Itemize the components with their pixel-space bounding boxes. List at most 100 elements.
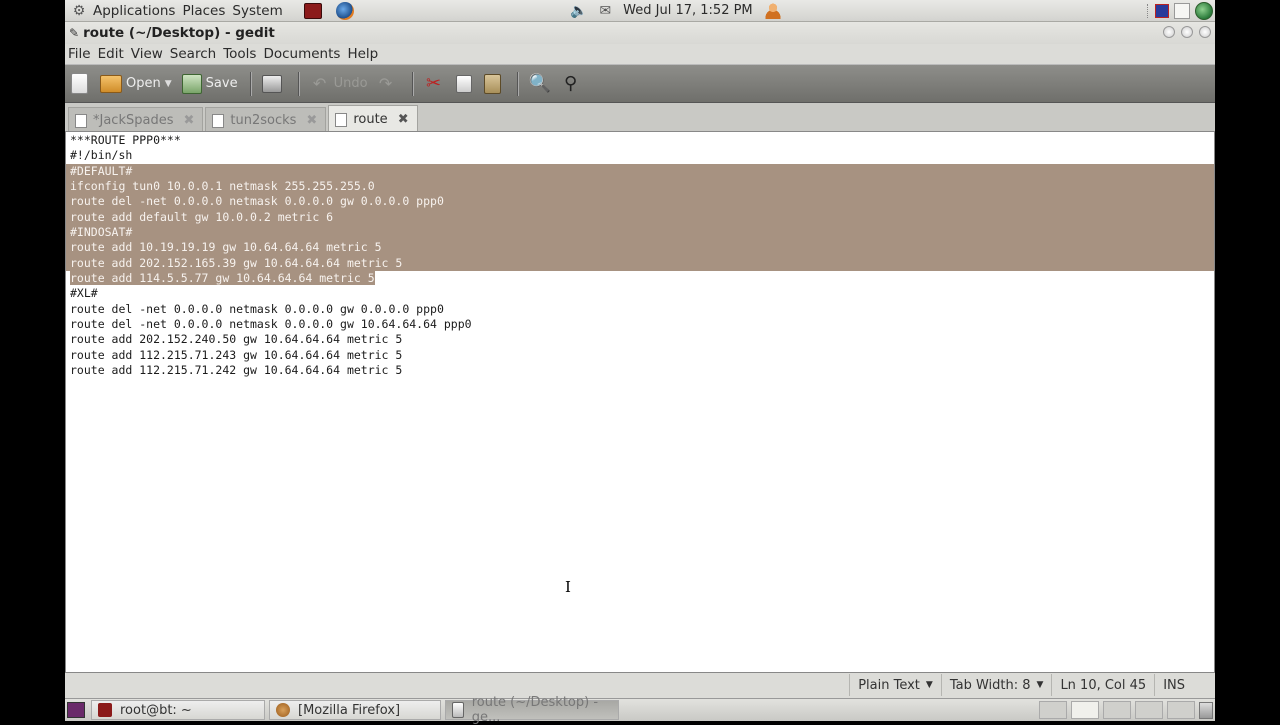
undo-button[interactable]: ↶ Undo [310,74,368,94]
notification-area-icon[interactable] [1174,3,1190,19]
clock[interactable]: Wed Jul 17, 1:52 PM [623,3,752,18]
menu-documents[interactable]: Documents [263,46,340,62]
code-line: #!/bin/sh [70,148,133,163]
toolbar-separator [297,71,300,96]
workspace-4[interactable] [1167,701,1195,719]
cut-button[interactable]: ✂ [424,72,448,94]
code-line: route del -net 0.0.0.0 netmask 0.0.0.0 g… [66,194,1214,210]
code-line: route add default gw 10.0.0.2 metric 6 [66,209,1214,226]
find-replace-icon: ⚲ [563,72,578,94]
code-line: route add 202.152.240.50 gw 10.64.64.64 … [70,332,403,347]
menu-edit[interactable]: Edit [98,46,124,62]
close-tab-icon[interactable]: ✖ [398,112,409,127]
toolbar-separator [249,71,252,96]
selected-text: route add 114.5.5.77 gw 10.64.64.64 metr… [70,271,375,286]
code-line: route add 114.5.5.77 gw 10.64.64.64 metr… [66,271,1214,286]
scissors-icon: ✂ [426,72,442,94]
paste-icon [483,73,501,94]
document-icon [212,113,225,128]
user-icon[interactable] [764,2,781,19]
copy-button[interactable] [455,74,476,93]
volume-icon[interactable]: 🔈 [570,3,587,19]
system-menu[interactable]: System [232,3,282,19]
menu-search[interactable]: Search [170,46,216,62]
code-line: ***ROUTE PPP0*** [70,133,181,147]
open-folder-icon [100,74,122,93]
menu-view[interactable]: View [131,46,163,62]
tray-edit-icon[interactable] [1039,701,1067,719]
applications-menu[interactable]: Applications [93,3,175,19]
code-line: ifconfig tun0 10.0.0.1 netmask 255.255.2… [66,179,1214,195]
terminal-launcher-icon[interactable] [303,2,322,19]
taskbar-item-terminal[interactable]: root@bt: ~ [91,700,265,720]
tab-tun2socks[interactable]: tun2socks ✖ [205,107,327,133]
mail-icon[interactable]: ✉ [599,3,611,19]
workspace-3[interactable] [1135,701,1163,719]
code-line: route add 112.215.71.242 gw 10.64.64.64 … [70,363,403,378]
gnome-foot-icon: ⚙ [72,2,86,19]
top-panel: ⚙ Applications Places System 🔈 ✉ Wed Jul… [65,0,1215,22]
gedit-icon [452,702,464,718]
panel-separator [1147,4,1150,18]
tab-jackspades[interactable]: *JackSpades ✖ [68,107,204,133]
close-tab-icon[interactable]: ✖ [306,113,317,128]
code-line: route del -net 0.0.0.0 netmask 0.0.0.0 g… [70,317,472,332]
tab-width-selector[interactable]: Tab Width: 8 ▼ [940,674,1052,696]
code-line: #DEFAULT# [66,163,1214,180]
gedit-app-icon: ✎ [69,26,80,40]
titlebar[interactable]: ✎ route (~/Desktop) - gedit [65,22,1215,44]
menu-help[interactable]: Help [347,46,378,62]
chevron-down-icon: ▼ [1036,680,1044,690]
workspace-1[interactable] [1071,701,1099,719]
taskbar-item-label: route (~/Desktop) - ge... [471,695,599,725]
cursor-position-label: Ln 10, Col 45 [1060,677,1147,693]
trash-icon[interactable] [1199,701,1213,719]
code-line: route del -net 0.0.0.0 netmask 0.0.0.0 g… [70,301,444,316]
undo-icon: ↶ [312,73,327,93]
save-button[interactable]: Save [181,73,238,94]
firefox-launcher-icon[interactable] [335,1,354,20]
redo-icon: ↷ [378,73,393,93]
gedit-window: ✎ route (~/Desktop) - gedit File Edit Vi… [65,22,1215,698]
open-dropdown-icon[interactable]: ▼ [165,79,172,89]
taskbar-item-firefox[interactable]: [Mozilla Firefox] [269,700,441,720]
text-editor[interactable]: ***ROUTE PPP0*** #!/bin/sh #DEFAULT# ifconf… [65,131,1215,673]
close-tab-icon[interactable]: ✖ [183,113,194,128]
workspace-2[interactable] [1103,701,1131,719]
close-button[interactable] [1199,26,1211,38]
toolbar-separator [516,71,519,96]
toolbar-separator [411,71,414,96]
tab-route[interactable]: route ✖ [328,105,418,133]
window-title: route (~/Desktop) - gedit [83,25,275,41]
replace-button[interactable]: ⚲ [561,72,585,94]
new-button[interactable] [71,73,92,94]
minimize-button[interactable] [1163,26,1175,38]
keyboard-layout-icon[interactable] [1155,4,1169,18]
print-button[interactable] [261,74,286,93]
statusbar: Plain Text ▼ Tab Width: 8 ▼ Ln 10, Col 4… [65,673,1215,697]
tab-label: tun2socks [230,113,297,128]
places-menu[interactable]: Places [182,3,225,19]
menu-tools[interactable]: Tools [223,46,256,62]
maximize-button[interactable] [1181,26,1193,38]
language-selector[interactable]: Plain Text ▼ [849,674,941,696]
insert-mode: INS [1154,674,1215,696]
menu-file[interactable]: File [68,46,91,62]
show-desktop-icon[interactable] [67,702,85,718]
firefox-icon [276,703,290,717]
network-icon[interactable] [1195,2,1213,20]
new-document-icon [71,73,88,94]
open-label: Open [126,76,161,91]
open-button[interactable]: Open [100,74,161,93]
bottom-panel: root@bt: ~ [Mozilla Firefox] route (~/De… [65,695,1215,725]
toolbar: Open ▼ Save ↶ Undo ↷ ✂ 🔍 ⚲ [65,64,1215,103]
copy-icon [455,74,472,93]
redo-button[interactable]: ↷ [376,74,400,94]
taskbar-item-gedit[interactable]: route (~/Desktop) - ge... [445,695,619,725]
menubar: File Edit View Search Tools Documents He… [65,44,1215,64]
code-line: route add 10.19.19.19 gw 10.64.64.64 met… [66,240,1214,256]
find-button[interactable]: 🔍 [529,73,553,94]
save-label: Save [205,76,238,91]
paste-button[interactable] [483,73,505,94]
terminal-icon [98,703,112,717]
